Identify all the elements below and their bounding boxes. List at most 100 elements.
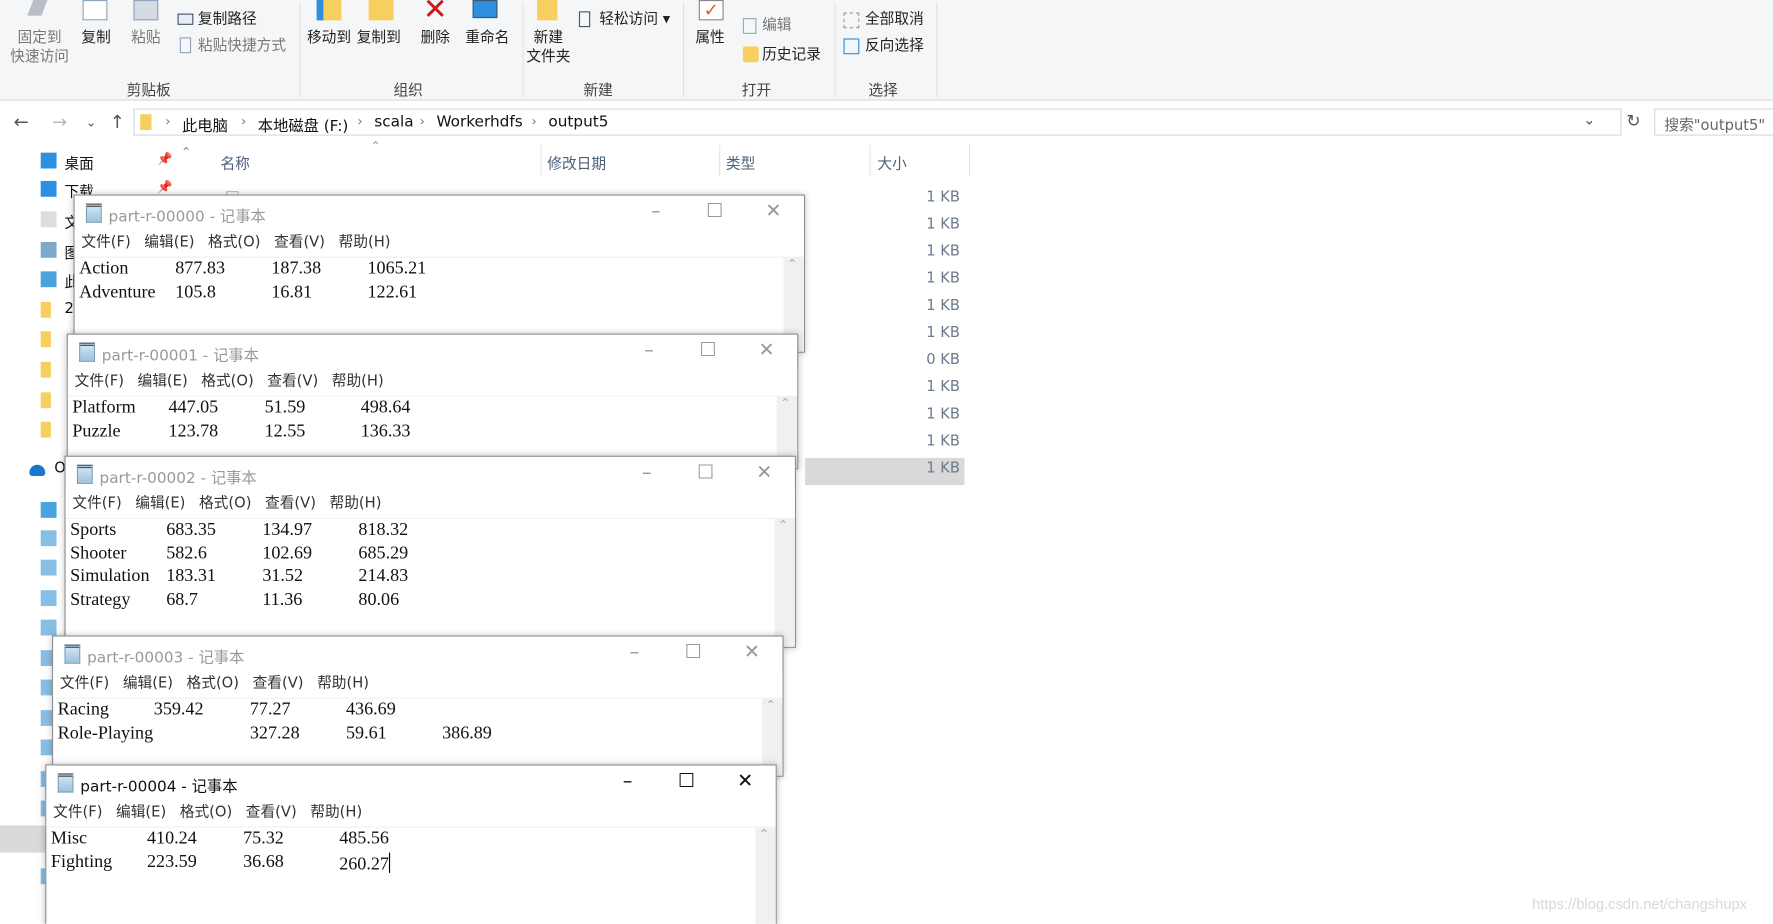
menu-item[interactable]: 查看(V) xyxy=(246,799,297,826)
new-folder-button[interactable]: 新建 文件夹 xyxy=(525,28,572,66)
notepad-window[interactable]: part-r-00004 - 记事本 – ☐ ✕ 文件(F) 编辑(E) 格式(O) 查看(V… xyxy=(45,764,777,924)
chevron-right-icon[interactable]: › xyxy=(357,113,362,129)
chevron-right-icon[interactable]: › xyxy=(531,113,536,129)
menu-item[interactable]: 编辑(E) xyxy=(135,491,185,518)
close-button[interactable]: ✕ xyxy=(747,461,781,484)
breadcrumb-item[interactable]: output5 xyxy=(548,113,608,131)
minimize-button[interactable]: – xyxy=(617,641,651,664)
rename-button[interactable]: 重命名 xyxy=(464,28,511,47)
column-header-type[interactable]: 类型 xyxy=(726,152,755,173)
invert-selection-button[interactable]: 反向选择 xyxy=(865,36,924,55)
menu-item[interactable]: 帮助(H) xyxy=(317,671,369,698)
pin-icon[interactable]: 📌 xyxy=(157,180,172,195)
menu-item[interactable]: 格式(O) xyxy=(208,230,260,257)
title-bar[interactable]: part-r-00002 - 记事本 – ☐ ✕ xyxy=(66,457,795,491)
menu-item[interactable]: 文件(F) xyxy=(53,799,102,826)
maximize-button[interactable]: ☐ xyxy=(669,770,703,793)
text-area[interactable]: Misc 410.24 75.32 485.56 Fighting 223.59 36.68… xyxy=(46,826,756,924)
text-area[interactable]: Sports 683.35 134.97 818.32 Shooter 582.6 102.… xyxy=(65,517,775,647)
menu-item[interactable]: 文件(F) xyxy=(75,369,124,396)
pin-quick-access-button[interactable]: 固定到 快速访问 xyxy=(7,28,73,66)
title-bar[interactable]: part-r-00001 - 记事本 – ☐ ✕ xyxy=(68,335,797,369)
refresh-icon[interactable]: ↻ xyxy=(1626,111,1640,131)
delete-button[interactable]: 删除 xyxy=(418,28,452,47)
maximize-button[interactable]: ☐ xyxy=(698,200,732,223)
menu-item[interactable]: 编辑(E) xyxy=(144,230,194,257)
menu-item[interactable]: 格式(O) xyxy=(201,369,253,396)
menu-item[interactable]: 文件(F) xyxy=(60,671,109,698)
close-button[interactable]: ✕ xyxy=(735,641,769,664)
properties-button[interactable]: 属性 xyxy=(692,28,728,47)
notepad-window[interactable]: part-r-00003 - 记事本 – ☐ ✕ 文件(F) 编辑(E) 格式(O) 查看(V… xyxy=(52,635,784,777)
scroll-up-icon[interactable]: ⌃ xyxy=(778,518,788,533)
breadcrumb-item[interactable]: 此电脑 xyxy=(182,113,228,136)
scroll-up-icon[interactable]: ⌃ xyxy=(780,396,790,411)
menu-item[interactable]: 帮助(H) xyxy=(339,230,391,257)
chevron-right-icon[interactable]: › xyxy=(241,113,246,129)
menu-item[interactable]: 格式(O) xyxy=(180,799,232,826)
menu-item[interactable]: 文件(F) xyxy=(81,230,130,257)
minimize-button[interactable]: – xyxy=(611,770,645,793)
recent-locations-button[interactable]: ⌄ xyxy=(86,115,96,130)
notepad-window[interactable]: part-r-00001 - 记事本 – ☐ ✕ 文件(F) 编辑(E) 格式(O) 查看(V… xyxy=(66,333,799,470)
close-button[interactable]: ✕ xyxy=(756,200,790,223)
vertical-scrollbar[interactable]: ⌃ xyxy=(755,826,776,924)
vertical-scrollbar[interactable]: ⌃ xyxy=(774,517,795,647)
minimize-button[interactable]: – xyxy=(632,339,666,362)
paste-shortcut-button[interactable]: 粘贴快捷方式 xyxy=(198,36,286,55)
notepad-window[interactable]: part-r-00002 - 记事本 – ☐ ✕ 文件(F) 编辑(E) 格式(O) 查看(V… xyxy=(64,455,797,648)
back-button[interactable]: ← xyxy=(14,111,29,132)
address-dropdown-icon[interactable]: ⌄ xyxy=(1583,112,1595,129)
column-header-date[interactable]: 修改日期 xyxy=(547,152,606,173)
address-bar[interactable]: › 此电脑 › 本地磁盘 (F:) › scala › Workerhdfs › output5 … xyxy=(133,108,1641,136)
title-bar[interactable]: part-r-00003 - 记事本 – ☐ ✕ xyxy=(53,637,782,671)
scroll-up-icon[interactable]: ⌃ xyxy=(765,698,775,713)
breadcrumb-item[interactable]: Workerhdfs xyxy=(436,113,522,131)
select-none-button[interactable]: 全部取消 xyxy=(865,10,924,29)
maximize-button[interactable]: ☐ xyxy=(689,461,723,484)
sidebar-selected-item[interactable] xyxy=(0,825,46,853)
maximize-button[interactable]: ☐ xyxy=(691,339,725,362)
menu-item[interactable]: 编辑(E) xyxy=(123,671,173,698)
search-input[interactable]: 搜索"output5" xyxy=(1654,108,1773,136)
menu-item[interactable]: 编辑(E) xyxy=(116,799,166,826)
menu-item[interactable]: 查看(V) xyxy=(267,369,318,396)
forward-button[interactable]: → xyxy=(52,111,67,132)
column-header-name[interactable]: 名称 xyxy=(220,152,249,173)
minimize-button[interactable]: – xyxy=(639,200,673,223)
scroll-up-icon[interactable]: ⌃ xyxy=(759,827,769,842)
menu-item[interactable]: 格式(O) xyxy=(199,491,251,518)
menu-item[interactable]: 查看(V) xyxy=(274,230,325,257)
sidebar-scroll-up-icon[interactable]: ⌃ xyxy=(181,145,191,160)
breadcrumb-item[interactable]: scala xyxy=(374,113,413,131)
pin-icon[interactable]: 📌 xyxy=(157,152,172,167)
copy-button[interactable]: 复制 xyxy=(79,28,113,47)
menu-item[interactable]: 格式(O) xyxy=(187,671,239,698)
edit-button[interactable]: 编辑 xyxy=(762,16,791,35)
paste-button[interactable]: 粘贴 xyxy=(129,28,163,47)
copy-to-button[interactable]: 复制到 xyxy=(355,28,402,47)
scroll-up-icon[interactable]: ⌃ xyxy=(787,257,797,272)
title-bar[interactable]: part-r-00004 - 记事本 – ☐ ✕ xyxy=(46,765,775,799)
move-to-button[interactable]: 移动到 xyxy=(305,28,352,47)
title-bar[interactable]: part-r-00000 - 记事本 – ☐ ✕ xyxy=(75,196,804,230)
breadcrumb-item[interactable]: 本地磁盘 (F:) xyxy=(258,113,349,136)
menu-item[interactable]: 查看(V) xyxy=(253,671,304,698)
close-button[interactable]: ✕ xyxy=(750,339,784,362)
menu-item[interactable]: 编辑(E) xyxy=(138,369,188,396)
menu-item[interactable]: 文件(F) xyxy=(72,491,121,518)
maximize-button[interactable]: ☐ xyxy=(676,641,710,664)
up-button[interactable]: ↑ xyxy=(110,111,125,132)
chevron-right-icon[interactable]: › xyxy=(419,113,424,129)
history-button[interactable]: 历史记录 xyxy=(762,45,821,64)
menu-item[interactable]: 帮助(H) xyxy=(330,491,382,518)
chevron-right-icon[interactable]: › xyxy=(165,113,170,129)
notepad-window[interactable]: part-r-00000 - 记事本 – ☐ ✕ 文件(F) 编辑(E) 格式(O) 查看(V… xyxy=(73,194,806,353)
copy-path-button[interactable]: 复制路径 xyxy=(198,10,257,29)
menu-item[interactable]: 帮助(H) xyxy=(310,799,362,826)
close-button[interactable]: ✕ xyxy=(728,770,762,793)
menu-item[interactable]: 帮助(H) xyxy=(332,369,384,396)
column-header-size[interactable]: 大小 xyxy=(877,152,906,173)
minimize-button[interactable]: – xyxy=(630,461,664,484)
easy-access-button[interactable]: 轻松访问 ▾ xyxy=(599,10,670,29)
